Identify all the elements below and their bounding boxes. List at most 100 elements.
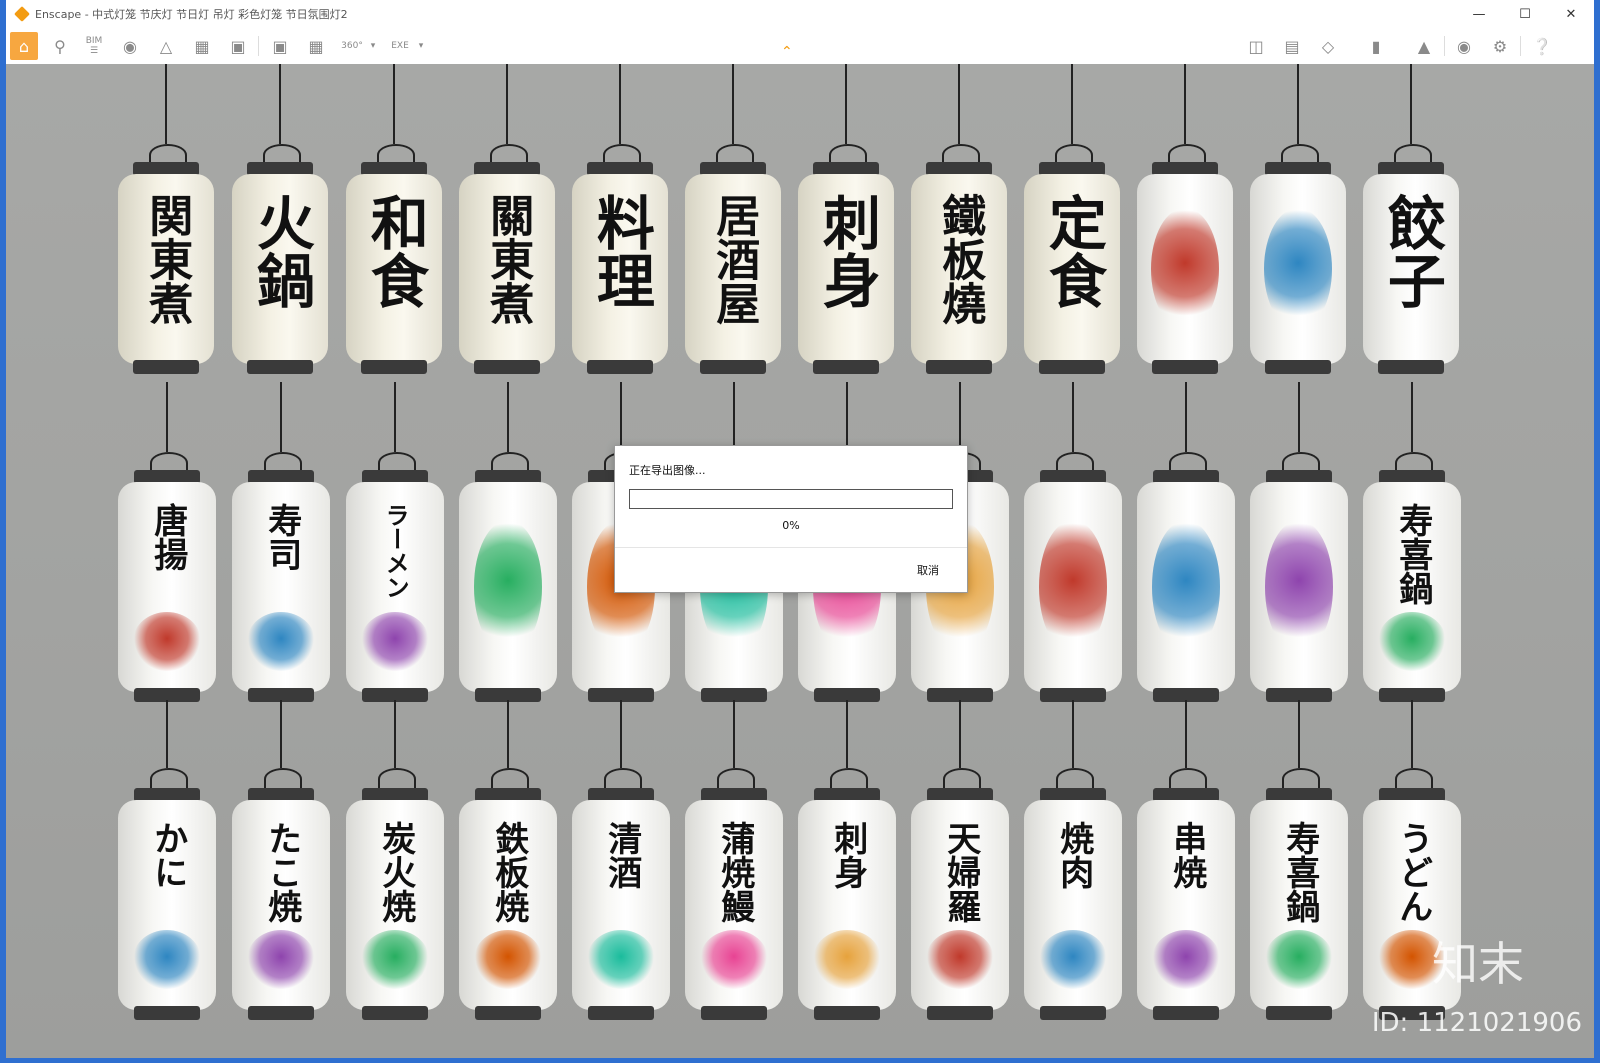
lantern-text: 居酒屋 xyxy=(708,193,760,325)
lantern-text: かに xyxy=(147,821,188,889)
lantern-illustration xyxy=(360,612,430,671)
close-button[interactable]: ✕ xyxy=(1548,0,1594,28)
lantern-body: 鉄板焼 xyxy=(459,800,557,1010)
lantern-body xyxy=(1250,174,1346,364)
bim-label: BIM xyxy=(85,36,103,46)
lantern: 炭火焼 xyxy=(346,700,444,1022)
clapper-icon[interactable]: ▣ xyxy=(224,32,252,60)
lantern-cord xyxy=(280,382,282,452)
lantern-text: 焼肉 xyxy=(1053,821,1094,889)
lantern-text: 清酒 xyxy=(601,821,642,889)
lantern-text: 寿喜鍋 xyxy=(1279,821,1320,923)
lantern-cord xyxy=(846,700,848,768)
gear-icon[interactable]: ⚙ xyxy=(1486,32,1514,60)
lantern-illustration xyxy=(1151,519,1221,655)
collapse-toolbar-icon[interactable]: ⌃ xyxy=(781,44,793,60)
lantern-text: 刺身 xyxy=(827,821,868,889)
lantern-cord xyxy=(845,64,847,144)
lantern-cord xyxy=(1185,382,1187,452)
maximize-button[interactable]: ☐ xyxy=(1502,0,1548,28)
lantern-cord xyxy=(1297,64,1299,144)
exe-label: EXE xyxy=(391,41,409,51)
lantern-cord xyxy=(732,64,734,144)
lantern: 鉄板焼 xyxy=(459,700,557,1022)
cancel-button[interactable]: 取消 xyxy=(917,562,939,578)
home-icon[interactable]: ⌂ xyxy=(10,32,38,60)
lantern-cord xyxy=(166,700,168,768)
lantern-body: 寿司 xyxy=(232,482,330,692)
cube-icon[interactable]: ◇ xyxy=(1314,32,1342,60)
lantern-body: 和食 xyxy=(346,174,442,364)
chevron-down-icon[interactable]: ▾ xyxy=(414,32,428,60)
lantern-body xyxy=(459,482,557,692)
minimize-button[interactable]: — xyxy=(1456,0,1502,28)
lantern-hanger xyxy=(1282,768,1320,790)
help-icon[interactable]: ❔ xyxy=(1528,32,1556,60)
lantern-illustration xyxy=(360,930,430,989)
lantern-text: 鉄板焼 xyxy=(488,821,529,923)
lantern-cord xyxy=(1184,64,1186,144)
eye-icon[interactable]: ◉ xyxy=(1450,32,1478,60)
lantern-body: 居酒屋 xyxy=(685,174,781,364)
perspective-icon[interactable]: △ xyxy=(152,32,180,60)
map-icon[interactable]: ◫ xyxy=(1242,32,1270,60)
dialog-divider xyxy=(615,547,967,548)
lantern: 清酒 xyxy=(572,700,670,1022)
lantern-illustration xyxy=(246,930,316,989)
lantern-text: 炭火焼 xyxy=(375,821,416,923)
lantern-text: 寿司 xyxy=(261,503,302,571)
lantern-text: うどん xyxy=(1392,821,1433,923)
buildings-icon[interactable]: ▦ xyxy=(188,32,216,60)
lantern: 焼肉 xyxy=(1024,700,1122,1022)
lantern xyxy=(1137,382,1235,704)
lantern xyxy=(1137,64,1233,376)
lantern: 鐵板燒 xyxy=(911,64,1007,376)
panorama-button[interactable]: 360° xyxy=(338,32,366,60)
lantern-bottom-cap xyxy=(361,360,427,374)
lantern-text: 鐵板燒 xyxy=(934,193,986,325)
lantern-bottom-cap xyxy=(1265,360,1331,374)
lantern xyxy=(1250,382,1348,704)
lantern-illustration xyxy=(132,930,202,989)
lantern-bottom-cap xyxy=(133,1006,201,1020)
lantern: 関東煮 xyxy=(118,64,214,376)
lantern-bottom-cap xyxy=(1039,360,1105,374)
lantern-illustration xyxy=(1038,519,1108,655)
measure-icon[interactable]: ⚲ xyxy=(46,32,74,60)
lantern-hanger xyxy=(717,768,755,790)
lantern-body: 刺身 xyxy=(798,800,896,1010)
exe-export-button[interactable]: EXE xyxy=(386,32,414,60)
lantern-cord xyxy=(619,64,621,144)
lantern-hanger xyxy=(604,768,642,790)
bim-button[interactable]: BIM ☰ xyxy=(80,32,108,60)
lantern-body: 蒲焼鰻 xyxy=(685,800,783,1010)
lantern-bottom-cap xyxy=(587,360,653,374)
lantern-body: 焼肉 xyxy=(1024,800,1122,1010)
lantern-body: 炭火焼 xyxy=(346,800,444,1010)
lantern-text: 寿喜鍋 xyxy=(1392,503,1433,605)
lantern-illustration xyxy=(1377,612,1447,671)
lantern-hanger xyxy=(150,768,188,790)
binoculars-icon[interactable]: ◉ xyxy=(116,32,144,60)
batch-render-icon[interactable]: ▦ xyxy=(302,32,330,60)
lantern-bottom-cap xyxy=(247,360,313,374)
lantern-cord xyxy=(620,382,622,452)
atlas-icon[interactable]: ▤ xyxy=(1278,32,1306,60)
chevron-down-icon[interactable]: ▾ xyxy=(366,32,380,60)
lantern-cord xyxy=(846,382,848,452)
lantern-illustration xyxy=(586,930,656,989)
lantern-cord xyxy=(394,700,396,768)
screenshot-icon[interactable]: ▣ xyxy=(266,32,294,60)
lantern: 火鍋 xyxy=(232,64,328,376)
lantern-cord xyxy=(1185,700,1187,768)
lantern-illustration xyxy=(925,930,995,989)
hat-icon[interactable]: ▲ xyxy=(1410,32,1438,60)
lantern-cord xyxy=(394,382,396,452)
lantern-body xyxy=(1250,482,1348,692)
lantern-hanger xyxy=(1169,768,1207,790)
lantern-text: 蒲焼鰻 xyxy=(714,821,755,923)
lantern-cord xyxy=(166,382,168,452)
progress-bar xyxy=(629,489,953,509)
lantern-bottom-cap xyxy=(700,360,766,374)
books-icon[interactable]: ▮ xyxy=(1362,32,1390,60)
